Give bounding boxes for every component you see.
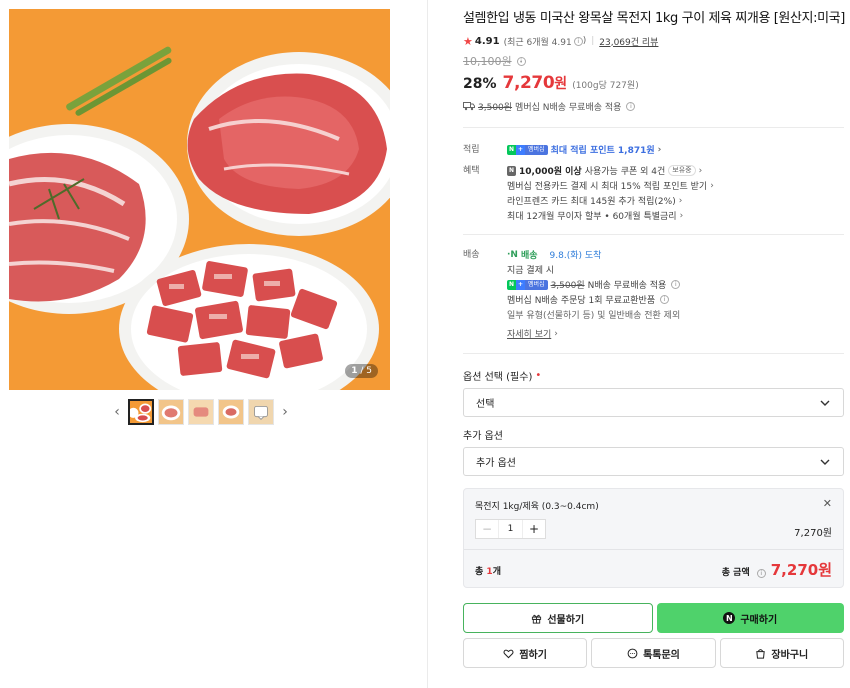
- info-icon[interactable]: i: [626, 101, 636, 111]
- info-icon[interactable]: i: [573, 36, 583, 46]
- rating-recent: (최근 6개월 4.91: [503, 37, 572, 48]
- wishlist-button[interactable]: 찜하기: [463, 638, 588, 668]
- required-option-label: 옵션 선택 (필수) •: [463, 369, 542, 383]
- divider: [463, 127, 844, 128]
- thumbnail-1[interactable]: [128, 399, 154, 425]
- selected-option-name: 목전지 1kg/제육 (0.3~0.4cm): [475, 502, 599, 512]
- plus-button[interactable]: +: [523, 520, 545, 538]
- divider: [463, 234, 844, 235]
- delivery-section: 배송 ·N 배송 9.8.(화) 도착 지금 결제 시 N + 멤버십 3,500원…: [463, 247, 844, 341]
- card-benefit-2[interactable]: 라인프렌즈 카드 최대 145원 추가 적립(2%) ›: [507, 193, 844, 208]
- total-count: 총 1개: [475, 567, 501, 577]
- chevron-down-icon: [820, 459, 830, 465]
- chevron-right-icon: ›: [657, 144, 662, 155]
- card-benefit-1[interactable]: 멤버십 전용카드 결제 시 최대 15% 적립 포인트 받기 ›: [507, 178, 844, 193]
- minus-button[interactable]: −: [476, 520, 498, 538]
- truck-icon: [463, 102, 475, 111]
- thumbnail-3[interactable]: [188, 399, 214, 425]
- image-counter: 1 / 5: [345, 364, 378, 378]
- heart-icon: [503, 649, 514, 658]
- thumbnail-2[interactable]: [158, 399, 184, 425]
- shopping-bag-icon: [756, 648, 766, 659]
- info-icon[interactable]: i: [660, 295, 670, 304]
- star-icon: ★: [463, 34, 473, 48]
- rating-value: 4.91: [474, 35, 500, 47]
- thumbnail-4[interactable]: [218, 399, 244, 425]
- chevron-down-icon: [820, 400, 830, 406]
- membership-badge: N + 멤버십: [507, 144, 548, 155]
- reviews-link[interactable]: 23,069건 리뷰: [599, 35, 658, 48]
- column-divider: [427, 0, 428, 688]
- thumbnail-strip: ‹ ›: [110, 399, 292, 425]
- chevron-right-icon: ›: [678, 195, 683, 206]
- extra-option-select[interactable]: 추가 옵션: [463, 447, 844, 476]
- primary-actions: 선물하기 N 구매하기: [463, 603, 844, 633]
- owned-badge: 보유중: [668, 165, 696, 176]
- product-title: 설렘한입 냉동 미국산 왕목살 목전지 1kg 구이 제육 찌개용 [원산지:미…: [463, 11, 845, 26]
- info-icon[interactable]: i: [516, 56, 526, 66]
- required-option-select[interactable]: 선택: [463, 388, 844, 417]
- info-icon[interactable]: i: [756, 569, 766, 578]
- chevron-right-icon: ›: [698, 165, 703, 176]
- delivery-more-link[interactable]: 자세히 보기 ›: [507, 326, 844, 341]
- sale-price: 7,270: [502, 73, 555, 93]
- discount-rate: 28%: [463, 76, 497, 92]
- info-icon[interactable]: i: [671, 280, 681, 289]
- cart-button[interactable]: 장바구니: [719, 638, 844, 668]
- card-benefit-3[interactable]: 최대 12개월 무이자 할부 • 60개월 특별금리 ›: [507, 208, 844, 223]
- total-amount: 총 금액 i 7,270원: [721, 561, 832, 579]
- main-product-image[interactable]: 1 / 5: [9, 9, 390, 390]
- total-price: 7,270원: [770, 561, 832, 579]
- secondary-actions: 찜하기 톡톡문의 장바구니: [463, 638, 844, 668]
- n-delivery-badge: ·N: [507, 249, 518, 260]
- unit-price: (100g당 727원): [572, 81, 639, 91]
- pork-image: [9, 9, 390, 390]
- price-row: 28% 7,270 원 (100g당 727원): [463, 73, 639, 93]
- next-image-icon[interactable]: ›: [278, 399, 292, 425]
- selected-option-price: 7,270원: [794, 528, 832, 539]
- gift-button[interactable]: 선물하기: [463, 603, 653, 633]
- product-info: 설렘한입 냉동 미국산 왕목살 목전지 1kg 구이 제육 찌개용 [원산지:미…: [463, 0, 845, 668]
- points-link[interactable]: 최대 적립 포인트 1,871원: [551, 143, 655, 156]
- close-icon[interactable]: ✕: [823, 497, 832, 510]
- npay-icon: N: [723, 612, 736, 624]
- quantity-value[interactable]: 1: [498, 520, 523, 538]
- product-gallery: 1 / 5 ‹ ›: [0, 0, 428, 688]
- original-price: 10,100원 i: [463, 53, 844, 69]
- chevron-right-icon: ›: [554, 328, 558, 339]
- benefits-section: 혜택 N 10,000원 이상 사용가능 쿠폰 외 4건 보유중 › 멤버십 전…: [463, 163, 844, 223]
- quantity-stepper: − 1 +: [475, 519, 546, 539]
- shipping-row: 3,500원 멤버십 N배송 무료배송 적용 i: [463, 99, 844, 113]
- chat-icon: [627, 648, 638, 658]
- coupon-row[interactable]: N 10,000원 이상 사용가능 쿠폰 외 4건 보유중 ›: [507, 163, 844, 178]
- points-section: 적립 N + 멤버십 최대 적립 포인트 1,871원 ›: [463, 143, 662, 156]
- talk-inquiry-button[interactable]: 톡톡문의: [591, 638, 716, 668]
- membership-badge: N + 멤버십: [507, 279, 548, 290]
- chevron-right-icon: ›: [679, 210, 684, 221]
- extra-option-label: 추가 옵션: [463, 430, 503, 442]
- coupon-icon: N: [507, 165, 516, 176]
- buy-button[interactable]: N 구매하기: [656, 603, 844, 633]
- gift-icon: [532, 614, 542, 624]
- divider: [463, 353, 844, 354]
- delivery-date: 9.8.(화) 도착: [549, 251, 602, 261]
- rating-row: ★ 4.91 (최근 6개월 4.91 i ) | 23,069건 리뷰: [463, 34, 659, 48]
- chevron-right-icon: ›: [710, 180, 714, 191]
- selected-option-box: 목전지 1kg/제육 (0.3~0.4cm) ✕ − 1 + 7,270원 총 …: [463, 488, 844, 588]
- thumbnail-5[interactable]: [248, 399, 274, 425]
- prev-image-icon[interactable]: ‹: [110, 399, 124, 425]
